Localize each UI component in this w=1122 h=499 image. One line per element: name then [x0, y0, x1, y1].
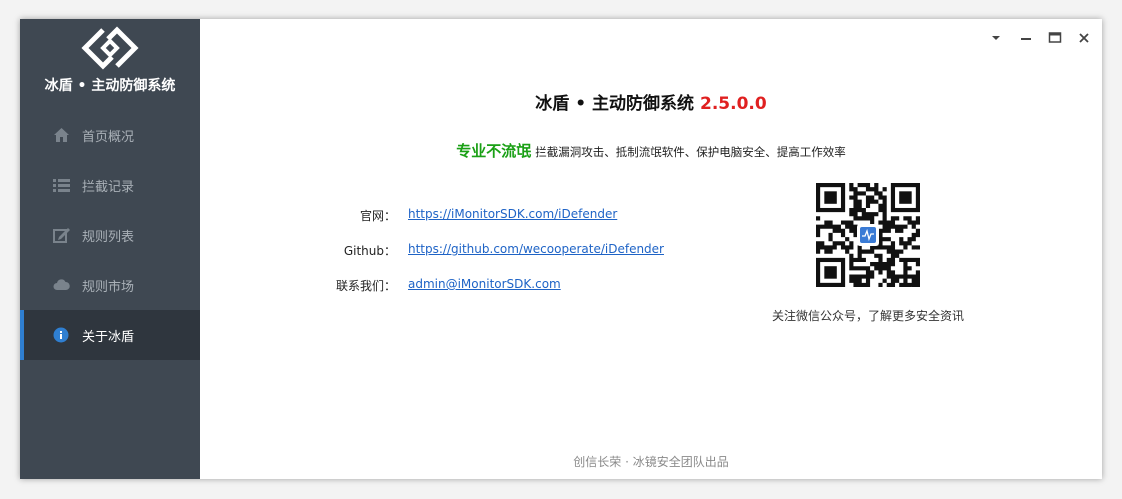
- sidebar-item-about[interactable]: 关于冰盾: [20, 310, 200, 360]
- home-icon: [54, 128, 69, 142]
- footer-credit: 创信长荣 · 冰镜安全团队出品: [573, 455, 729, 469]
- app-name: 冰盾 • 主动防御系统: [44, 78, 176, 94]
- sidebar-item-label: 首页概况: [82, 130, 135, 145]
- app-logo-icon: [81, 26, 139, 70]
- contact-email-link[interactable]: admin@iMonitorSDK.com: [408, 277, 561, 291]
- slogan-text: 拦截漏洞攻击、抵制流氓软件、保护电脑安全、提高工作效率: [535, 145, 846, 159]
- slogan-highlight: 专业不流氓: [456, 142, 532, 160]
- close-icon[interactable]: [1075, 31, 1093, 45]
- dropdown-icon[interactable]: [987, 31, 1005, 45]
- github-link[interactable]: https://github.com/wecooperate/iDefender: [408, 242, 664, 256]
- edit-icon: [53, 228, 70, 243]
- list-icon: [53, 179, 70, 192]
- sidebar-item-rules-market[interactable]: 规则市场: [20, 260, 200, 310]
- github-label: Github：: [343, 244, 396, 258]
- contact-label: 联系我们：: [335, 279, 396, 293]
- sidebar-item-intercept-log[interactable]: 拦截记录: [20, 160, 200, 210]
- sidebar-item-rules-list[interactable]: 规则列表: [20, 210, 200, 260]
- active-indicator: [20, 310, 24, 360]
- sidebar-item-label: 关于冰盾: [82, 330, 135, 345]
- wechat-qr-code: [816, 183, 920, 287]
- qr-caption: 关注微信公众号，了解更多安全资讯: [771, 309, 964, 323]
- sidebar-item-label: 规则列表: [82, 230, 135, 245]
- app-window: 冰盾 • 主动防御系统 首页概况 拦截记录 规则列表 规则市场 关于冰盾 冰盾 …: [20, 19, 1102, 479]
- minimize-icon[interactable]: [1017, 31, 1035, 45]
- product-title: 冰盾 • 主动防御系统: [535, 94, 694, 114]
- maximize-icon[interactable]: [1046, 31, 1064, 45]
- page-title: 冰盾 • 主动防御系统 2.5.0.0: [200, 89, 1102, 114]
- sidebar: 冰盾 • 主动防御系统 首页概况 拦截记录 规则列表 规则市场 关于冰盾: [20, 19, 200, 479]
- info-icon: [53, 327, 69, 343]
- sidebar-item-home[interactable]: 首页概况: [20, 110, 200, 160]
- version-label: 2.5.0.0: [700, 94, 767, 114]
- website-link[interactable]: https://iMonitorSDK.com/iDefender: [408, 207, 617, 221]
- sidebar-item-label: 拦截记录: [82, 180, 135, 195]
- cloud-icon: [53, 279, 70, 290]
- main-panel: 冰盾 • 主动防御系统 2.5.0.0 专业不流氓 拦截漏洞攻击、抵制流氓软件、保护…: [200, 19, 1102, 479]
- website-label: 官网：: [359, 209, 396, 223]
- slogan: 专业不流氓 拦截漏洞攻击、抵制流氓软件、保护电脑安全、提高工作效率: [200, 140, 1102, 161]
- sidebar-item-label: 规则市场: [82, 280, 135, 295]
